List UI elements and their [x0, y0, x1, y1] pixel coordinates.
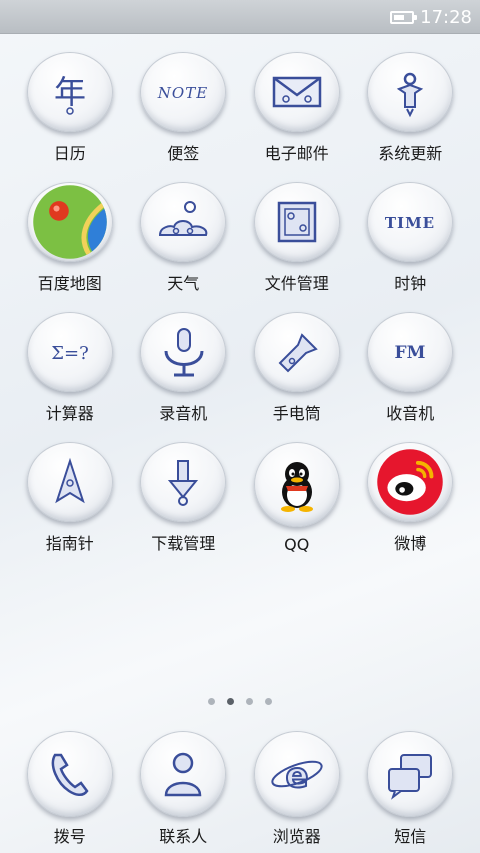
status-time: 17:28	[420, 6, 472, 28]
app-label: 微博	[394, 534, 427, 553]
app-label: 录音机	[159, 404, 208, 423]
app-label: 手电筒	[272, 404, 321, 423]
flashlight-icon	[253, 312, 340, 392]
app-label: 短信	[394, 827, 427, 846]
weather-icon	[140, 182, 227, 262]
weibo-icon	[367, 442, 454, 522]
update-icon	[367, 52, 454, 132]
app-recorder[interactable]: 录音机	[127, 312, 241, 424]
qq-icon	[253, 442, 340, 527]
app-label: 电子邮件	[264, 144, 329, 163]
app-label: 下载管理	[151, 534, 216, 553]
app-calculator[interactable]: Σ=? 计算器	[13, 312, 127, 424]
dock-contacts[interactable]: 联系人	[127, 731, 241, 851]
app-label: 收音机	[386, 404, 435, 423]
svg-text:Σ=?: Σ=?	[51, 343, 88, 364]
status-right: 17:28	[390, 6, 472, 28]
app-label: 指南针	[45, 534, 94, 553]
browser-icon: e	[253, 731, 340, 817]
app-calendar[interactable]: 年 日历	[13, 52, 127, 164]
folder-icon	[253, 182, 340, 262]
app-weibo[interactable]: 微博	[354, 442, 468, 554]
app-label: 百度地图	[37, 274, 102, 293]
calculator-icon: Σ=?	[26, 312, 113, 392]
note-icon: NOTE	[140, 52, 227, 132]
dock-messages[interactable]: 短信	[354, 731, 468, 851]
app-label: 时钟	[394, 274, 427, 293]
app-label: 拨号	[53, 827, 86, 846]
radio-icon: FM	[367, 312, 454, 392]
page-dot[interactable]	[265, 698, 272, 705]
app-qq[interactable]: QQ	[240, 442, 354, 554]
calendar-icon: 年	[26, 52, 113, 132]
recorder-icon	[140, 312, 227, 392]
app-system-update[interactable]: 系统更新	[354, 52, 468, 164]
app-label: 系统更新	[378, 144, 443, 163]
app-radio[interactable]: FM 收音机	[354, 312, 468, 424]
app-label: 日历	[53, 144, 86, 163]
dock-browser[interactable]: e 浏览器	[240, 731, 354, 851]
mail-icon	[253, 52, 340, 132]
page-dot[interactable]	[208, 698, 215, 705]
page-dot[interactable]	[246, 698, 253, 705]
compass-icon	[26, 442, 113, 522]
svg-text:NOTE: NOTE	[157, 84, 208, 102]
app-baidu-map[interactable]: 百度地图	[13, 182, 127, 294]
app-label: 计算器	[45, 404, 94, 423]
app-label: 便签	[167, 144, 200, 163]
page-dot-active[interactable]	[227, 698, 234, 705]
app-flashlight[interactable]: 手电筒	[240, 312, 354, 424]
phone-icon	[26, 731, 113, 817]
app-file-manager[interactable]: 文件管理	[240, 182, 354, 294]
map-icon	[26, 182, 113, 262]
app-mail[interactable]: 电子邮件	[240, 52, 354, 164]
app-note[interactable]: NOTE 便签	[127, 52, 241, 164]
svg-text:年: 年	[54, 73, 86, 111]
app-grid: 年 日历 NOTE 便签 电子邮件 系统更新 百度地图 天气 文件管理 TIME…	[13, 52, 467, 554]
svg-text:FM: FM	[395, 343, 426, 363]
message-icon	[367, 731, 454, 817]
status-bar: 17:28	[0, 0, 480, 34]
dock: 拨号 联系人 e 浏览器 短信	[13, 731, 467, 851]
app-label: 文件管理	[264, 274, 329, 293]
dock-phone[interactable]: 拨号	[13, 731, 127, 851]
app-weather[interactable]: 天气	[127, 182, 241, 294]
app-label: 联系人	[159, 827, 208, 846]
app-compass[interactable]: 指南针	[13, 442, 127, 554]
svg-text:TIME: TIME	[385, 214, 435, 232]
app-label: 浏览器	[272, 827, 321, 846]
app-clock[interactable]: TIME 时钟	[354, 182, 468, 294]
app-download-manager[interactable]: 下载管理	[127, 442, 241, 554]
contacts-icon	[140, 731, 227, 817]
page-indicator[interactable]	[0, 698, 480, 705]
app-label: 天气	[167, 274, 200, 293]
battery-icon	[390, 10, 418, 24]
clock-icon: TIME	[367, 182, 454, 262]
app-label: QQ	[284, 535, 310, 554]
download-icon	[140, 442, 227, 522]
